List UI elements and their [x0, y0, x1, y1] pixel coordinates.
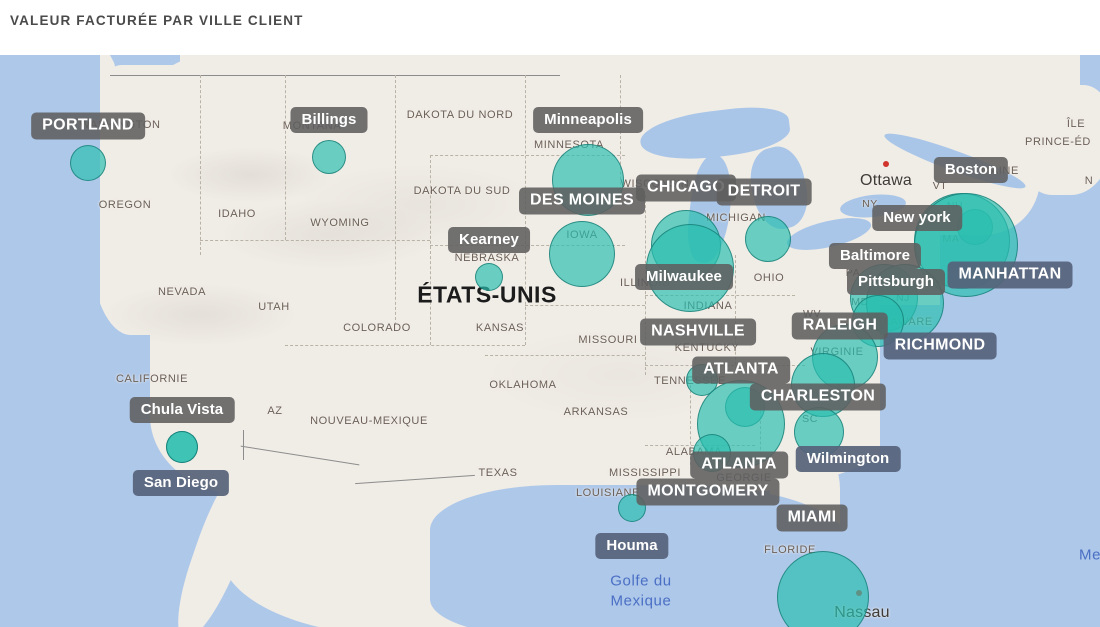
city-data-label[interactable]: RALEIGH — [791, 312, 889, 340]
city-data-label[interactable]: Kearney — [448, 227, 530, 253]
city-data-label[interactable]: MANHATTAN — [947, 261, 1073, 289]
geo-label: TEXAS — [478, 467, 518, 479]
geo-label: KANSAS — [475, 322, 525, 334]
city-data-label[interactable]: DES MOINES — [519, 187, 645, 215]
state-border — [200, 240, 430, 241]
map-canvas[interactable]: WASHINGTONOREGONIDAHOMONTANAWYOMINGNEVAD… — [0, 55, 1100, 627]
geo-label: UTAH — [258, 301, 290, 313]
city-data-label[interactable]: San Diego — [132, 470, 230, 496]
pacific-ocean — [0, 55, 100, 627]
city-marker-dot — [883, 161, 889, 167]
state-border — [200, 75, 201, 255]
city-data-label[interactable]: Baltimore — [828, 243, 922, 269]
city-data-label[interactable]: CHARLESTON — [749, 383, 887, 411]
geo-label: OREGON — [98, 199, 152, 211]
city-data-label[interactable]: New york — [872, 205, 962, 231]
city-data-label[interactable]: MIAMI — [776, 504, 848, 532]
geo-label: COLORADO — [343, 322, 411, 334]
data-bubble[interactable] — [70, 145, 106, 181]
city-data-label[interactable]: NASHVILLE — [640, 318, 756, 346]
city-data-label[interactable]: Wilmington — [795, 446, 901, 472]
geo-label: OKLAHOMA — [489, 379, 557, 391]
geo-label: MISSOURI — [578, 334, 638, 346]
data-bubble[interactable] — [166, 431, 198, 463]
geo-label: PRINCE-ÉD — [1025, 136, 1091, 148]
city-data-label[interactable]: MONTGOMERY — [636, 478, 780, 506]
water-body-label: Me — [1078, 546, 1100, 564]
geo-label: IDAHO — [218, 208, 256, 220]
page-title: VALEUR FACTURÉE PAR VILLE CLIENT — [10, 13, 304, 28]
geo-label: ARKANSAS — [563, 406, 629, 418]
data-bubble[interactable] — [312, 140, 346, 174]
state-border — [485, 355, 645, 356]
border-us-canada — [110, 75, 560, 76]
geo-label: WYOMING — [310, 217, 370, 229]
city-data-label[interactable]: Chula Vista — [129, 397, 235, 423]
border-california-baja — [243, 430, 244, 460]
city-data-label[interactable]: Pittsburgh — [847, 269, 945, 295]
header: VALEUR FACTURÉE PAR VILLE CLIENT — [0, 0, 1100, 55]
geo-label: NOUVEAU-MEXIQUE — [310, 415, 428, 427]
data-bubble[interactable] — [777, 551, 869, 627]
water-body-label: Mexique — [610, 592, 672, 610]
data-bubble[interactable] — [745, 216, 791, 262]
city-data-label[interactable]: RICHMOND — [883, 332, 997, 360]
geo-label: CALIFORNIE — [115, 373, 189, 385]
city-data-label[interactable]: ATLANTA — [692, 356, 790, 384]
geo-label: ÎLE — [1066, 118, 1086, 130]
geo-label: DAKOTA DU SUD — [413, 185, 511, 197]
reference-city-label: Ottawa — [860, 172, 912, 189]
geo-label: N — [1084, 175, 1094, 187]
data-bubble[interactable] — [475, 263, 503, 291]
city-data-label[interactable]: Milwaukee — [635, 264, 733, 290]
city-data-label[interactable]: ATLANTA — [690, 451, 788, 479]
data-bubble[interactable] — [549, 221, 615, 287]
city-data-label[interactable]: Houma — [595, 533, 669, 559]
state-border — [395, 75, 396, 325]
geo-label: AZ — [267, 405, 283, 417]
water-body-label: Golfe du — [610, 572, 672, 590]
geo-label: DAKOTA DU NORD — [406, 109, 514, 121]
state-border — [285, 345, 525, 346]
city-data-label[interactable]: Billings — [290, 107, 368, 133]
state-border — [285, 75, 286, 240]
state-border — [430, 155, 431, 345]
bubble-map-dashboard: VALEUR FACTURÉE PAR VILLE CLIENT OREGON … — [0, 0, 1100, 627]
city-data-label[interactable]: Minneapolis — [533, 107, 643, 133]
city-data-label[interactable]: DETROIT — [716, 178, 812, 206]
geo-label: OHIO — [753, 272, 785, 284]
city-data-label[interactable]: Boston — [933, 157, 1009, 183]
geo-label: NEVADA — [157, 286, 207, 298]
geo-label: MISSISSIPPI — [608, 467, 682, 479]
city-data-label[interactable]: PORTLAND — [31, 112, 145, 140]
